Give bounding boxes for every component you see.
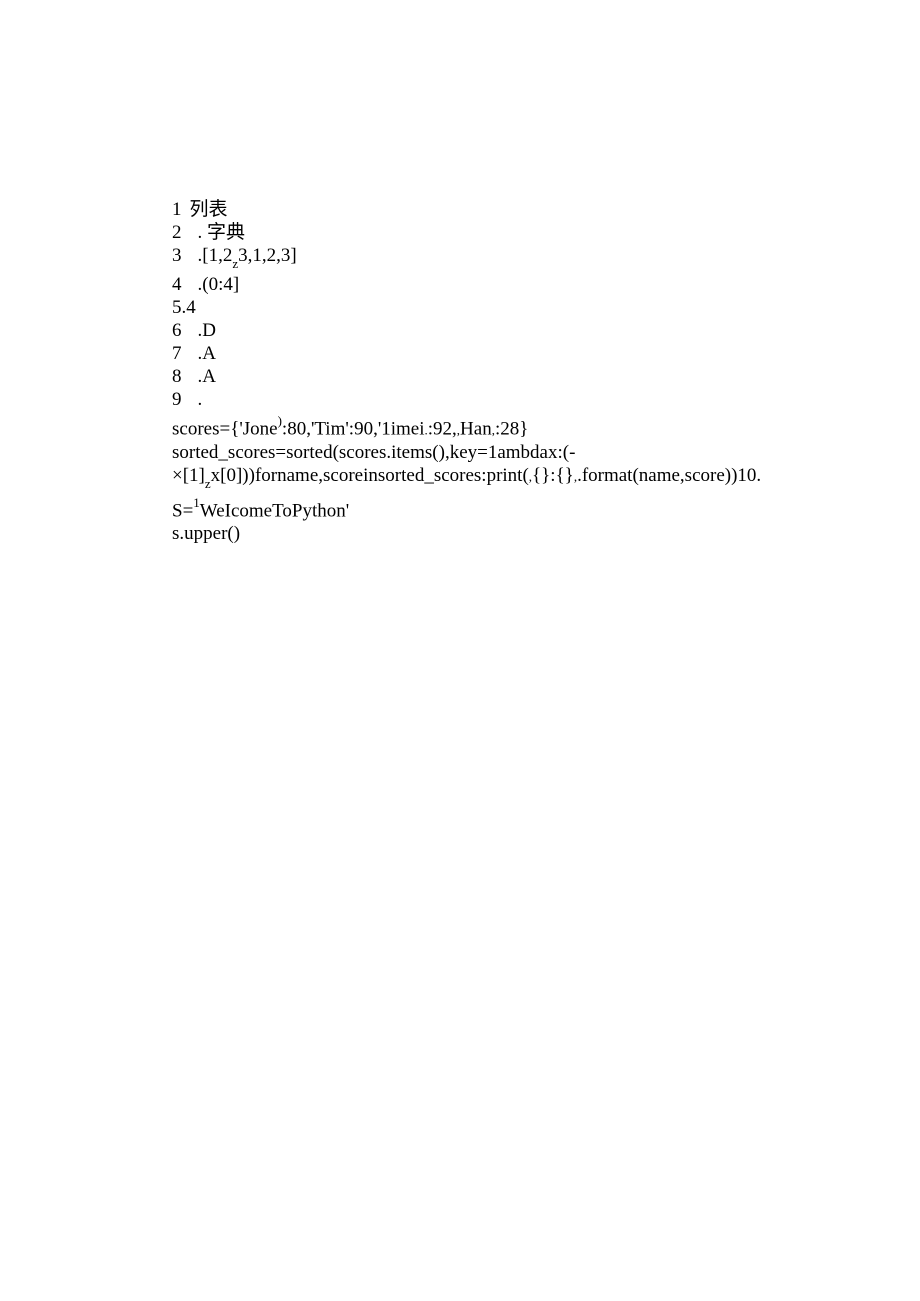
superscript: 1 [193, 495, 200, 510]
line-text: sorted_scores=sorted(scores.items(),key=… [172, 442, 575, 463]
line-4: 4 .(0:4] [172, 273, 792, 296]
line-text: ×[1] [172, 465, 205, 486]
line-10: scores={'Jone):80,'Tim':90,'1imei.:92,,H… [172, 411, 792, 441]
line-number: 8 [172, 365, 182, 388]
line-5: 5.4 [172, 296, 792, 319]
line-number: 7 [172, 342, 182, 365]
line-1: 1 列表 [172, 198, 792, 221]
line-text: .A [198, 366, 216, 387]
line-8: 8 .A [172, 365, 792, 388]
document-content: 1列表 2. 字典 3.[1,2z3,1,2,3] 4.(0:4] 5.4 6.… [172, 198, 792, 545]
line-13: S=1WeIcomeToPython' [172, 493, 792, 522]
line-text: :28} [495, 418, 528, 439]
line-number: 2 [172, 221, 182, 244]
line-number: 6 [172, 319, 182, 342]
line-number: 9 [172, 388, 182, 411]
line-text: s.upper() [172, 523, 240, 544]
line-text: .(0:4] [198, 274, 240, 295]
line-14: s.upper() [172, 522, 792, 545]
line-text: :92, [428, 418, 457, 439]
subscript: z [205, 476, 211, 491]
line-text: 列表 [190, 199, 228, 220]
line-text: .format(name,score))10. [577, 465, 761, 486]
subscript: z [232, 256, 238, 271]
line-text: 5.4 [172, 297, 196, 318]
line-11: sorted_scores=sorted(scores.items(),key=… [172, 441, 792, 464]
line-text: . 字典 [198, 222, 246, 243]
line-number: 4 [172, 273, 182, 296]
line-text: .A [198, 343, 216, 364]
line-text: Han [460, 418, 492, 439]
line-text: .[1,2 [198, 245, 233, 266]
line-12: ×[1]zx[0]))forname,scoreinsorted_scores:… [172, 464, 792, 493]
line-text: x[0]))forname,scoreinsorted_scores:print… [211, 465, 529, 486]
line-text: S= [172, 500, 193, 521]
line-text: WeIcomeToPython' [200, 500, 349, 521]
line-7: 7 .A [172, 342, 792, 365]
line-9: 9. [172, 388, 792, 411]
line-text: . [198, 389, 203, 410]
line-number: 3 [172, 244, 182, 267]
line-3: 3 .[1,2z3,1,2,3] [172, 244, 792, 273]
line-text: scores={'Jone [172, 418, 278, 439]
line-text: 3,1,2,3] [238, 245, 297, 266]
line-text: .D [198, 320, 216, 341]
superscript: ) [278, 413, 282, 428]
line-number: 1 [172, 198, 182, 221]
line-2: 2 . 字典 [172, 221, 792, 244]
line-text: :80,'Tim':90,'1imei [282, 418, 425, 439]
line-6: 6 .D [172, 319, 792, 342]
line-text: {}:{} [532, 465, 574, 486]
